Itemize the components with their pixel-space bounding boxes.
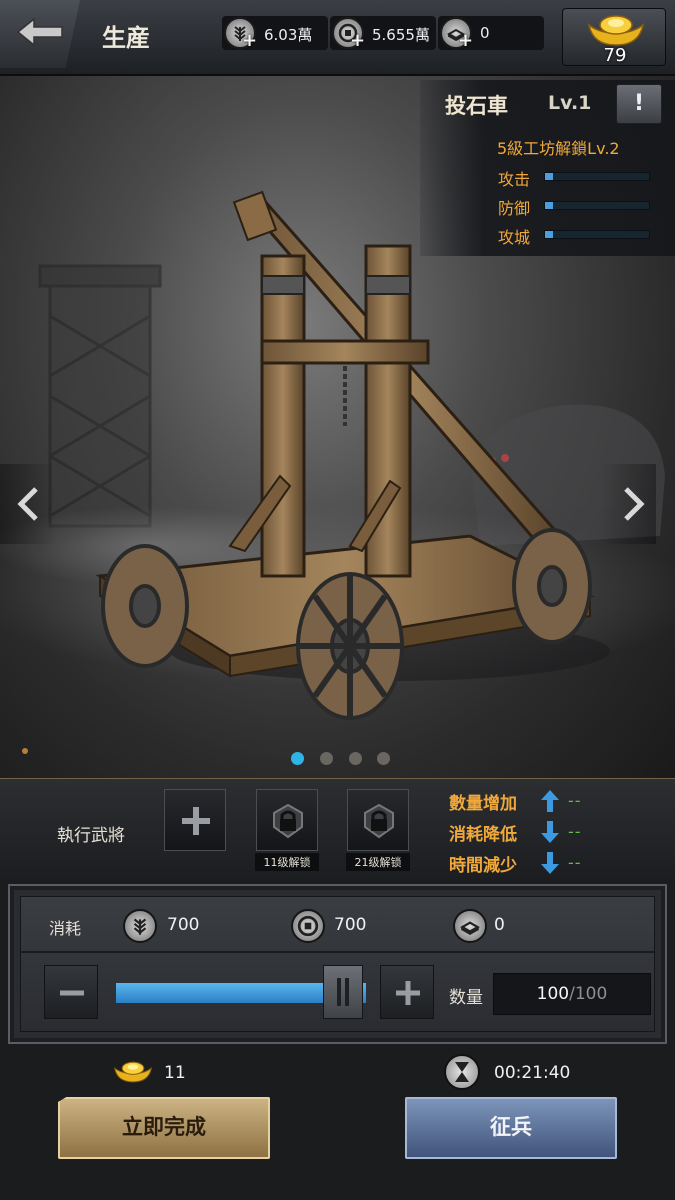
- instant-cost: 11: [112, 1054, 232, 1094]
- bonus-time-value: --: [568, 853, 582, 872]
- coin-value: 5.655萬: [372, 26, 430, 44]
- recruit-button[interactable]: 征兵: [405, 1097, 617, 1159]
- add-stone-icon[interactable]: +: [458, 32, 473, 50]
- top-bar: 生産 + 6.03萬 + 5.655萬 + 0 79: [0, 0, 675, 76]
- gold-count: 79: [603, 45, 627, 66]
- quantity-current: 100: [536, 984, 570, 1004]
- bonus-cost-value: --: [568, 822, 582, 841]
- bonus-quantity-label: 數量增加: [449, 794, 517, 814]
- lock-icon: [273, 803, 303, 839]
- recruit-time: 00:21:40: [444, 1054, 604, 1094]
- instant-gold-cost: 11: [164, 1063, 186, 1083]
- page-title: 生産: [102, 23, 150, 52]
- back-arrow-icon: [16, 17, 63, 47]
- hourglass-icon: [444, 1054, 480, 1090]
- stat-bar-fill: [545, 173, 554, 180]
- unlock-requirement: 5級工坊解鎖Lv.2: [497, 139, 620, 158]
- general-section: 執行武將 11级解锁 21级解锁 數量增加 -- 消耗降低 -- 時間減少 --: [0, 778, 675, 880]
- back-button[interactable]: [0, 0, 80, 68]
- divider: [21, 951, 654, 953]
- carousel-dot[interactable]: [377, 752, 390, 765]
- production-panel-inner: 消耗 700 700 0 数量 100/100: [20, 896, 655, 1032]
- previous-unit-button[interactable]: [0, 464, 56, 544]
- carousel-dot[interactable]: [349, 752, 362, 765]
- cost-grain-value: 700: [167, 915, 200, 935]
- decrease-button[interactable]: [44, 965, 98, 1019]
- unit-info-button[interactable]: !: [616, 84, 662, 124]
- next-unit-button[interactable]: [600, 464, 656, 544]
- unit-preview: 投石車 Lv.1 ! 5級工坊解鎖Lv.2 攻击 防御 攻城: [0, 76, 675, 778]
- cost-label: 消耗: [49, 919, 82, 938]
- increase-button[interactable]: [380, 965, 434, 1019]
- carousel-dot[interactable]: [291, 752, 304, 765]
- grain-value: 6.03萬: [264, 26, 313, 44]
- unit-level: Lv.1: [548, 92, 592, 114]
- coin-icon: [291, 909, 325, 943]
- stat-bar-siege: [544, 230, 650, 239]
- slot-unlock-caption: 21级解锁: [346, 853, 410, 871]
- plus-icon: [396, 981, 420, 1005]
- resource-grain[interactable]: + 6.03萬: [222, 16, 328, 50]
- add-grain-icon[interactable]: +: [242, 32, 257, 50]
- instant-complete-button[interactable]: 立即完成: [58, 1097, 270, 1159]
- quantity-field[interactable]: 100/100: [493, 973, 651, 1015]
- add-coin-icon[interactable]: +: [350, 32, 365, 50]
- gold-button[interactable]: 79: [562, 8, 666, 66]
- minus-icon: [60, 990, 84, 996]
- stat-label-siege: 攻城: [498, 228, 531, 247]
- plus-icon: [182, 807, 210, 835]
- grain-icon: [123, 909, 157, 943]
- stat-label-attack: 攻击: [498, 170, 531, 189]
- bonus-cost-label: 消耗降低: [449, 825, 517, 845]
- general-label: 執行武將: [57, 826, 125, 846]
- unit-info-panel: 投石車 Lv.1 ! 5級工坊解鎖Lv.2 攻击 防御 攻城: [420, 80, 675, 256]
- stat-bar-attack: [544, 172, 650, 181]
- bonus-quantity-value: --: [568, 791, 582, 810]
- recruit-time-value: 00:21:40: [494, 1063, 571, 1083]
- slider-handle[interactable]: [323, 965, 363, 1019]
- quantity-label: 数量: [449, 988, 483, 1008]
- chevron-left-icon: [17, 487, 38, 521]
- cost-stone-value: 0: [494, 915, 505, 935]
- general-slot-add[interactable]: [164, 789, 226, 851]
- gold-ingot-icon: [113, 1061, 153, 1083]
- production-panel: 消耗 700 700 0 数量 100/100: [8, 884, 667, 1044]
- slot-unlock-caption: 11级解锁: [255, 853, 319, 871]
- stone-value: 0: [480, 24, 490, 42]
- arrow-down-icon: [541, 821, 559, 843]
- general-slot-locked-1[interactable]: [256, 789, 318, 851]
- resource-coin[interactable]: + 5.655萬: [330, 16, 436, 50]
- stat-label-defense: 防御: [498, 199, 531, 218]
- stat-bar-fill: [545, 202, 554, 209]
- resource-stone[interactable]: + 0: [438, 16, 544, 50]
- gold-ingot-icon: [587, 15, 645, 46]
- cost-coin-value: 700: [334, 915, 367, 935]
- chevron-right-icon: [624, 487, 645, 521]
- stone-icon: [453, 909, 487, 943]
- stat-bar-fill: [545, 231, 554, 238]
- arrow-down-icon: [541, 852, 559, 874]
- stat-bar-defense: [544, 201, 650, 210]
- arrow-up-icon: [541, 790, 559, 812]
- lock-icon: [364, 803, 394, 839]
- quantity-max: 100: [574, 984, 608, 1004]
- carousel-dot[interactable]: [320, 752, 333, 765]
- unit-name: 投石車: [445, 93, 508, 118]
- general-slot-locked-2[interactable]: [347, 789, 409, 851]
- bonus-time-label: 時間減少: [449, 856, 517, 876]
